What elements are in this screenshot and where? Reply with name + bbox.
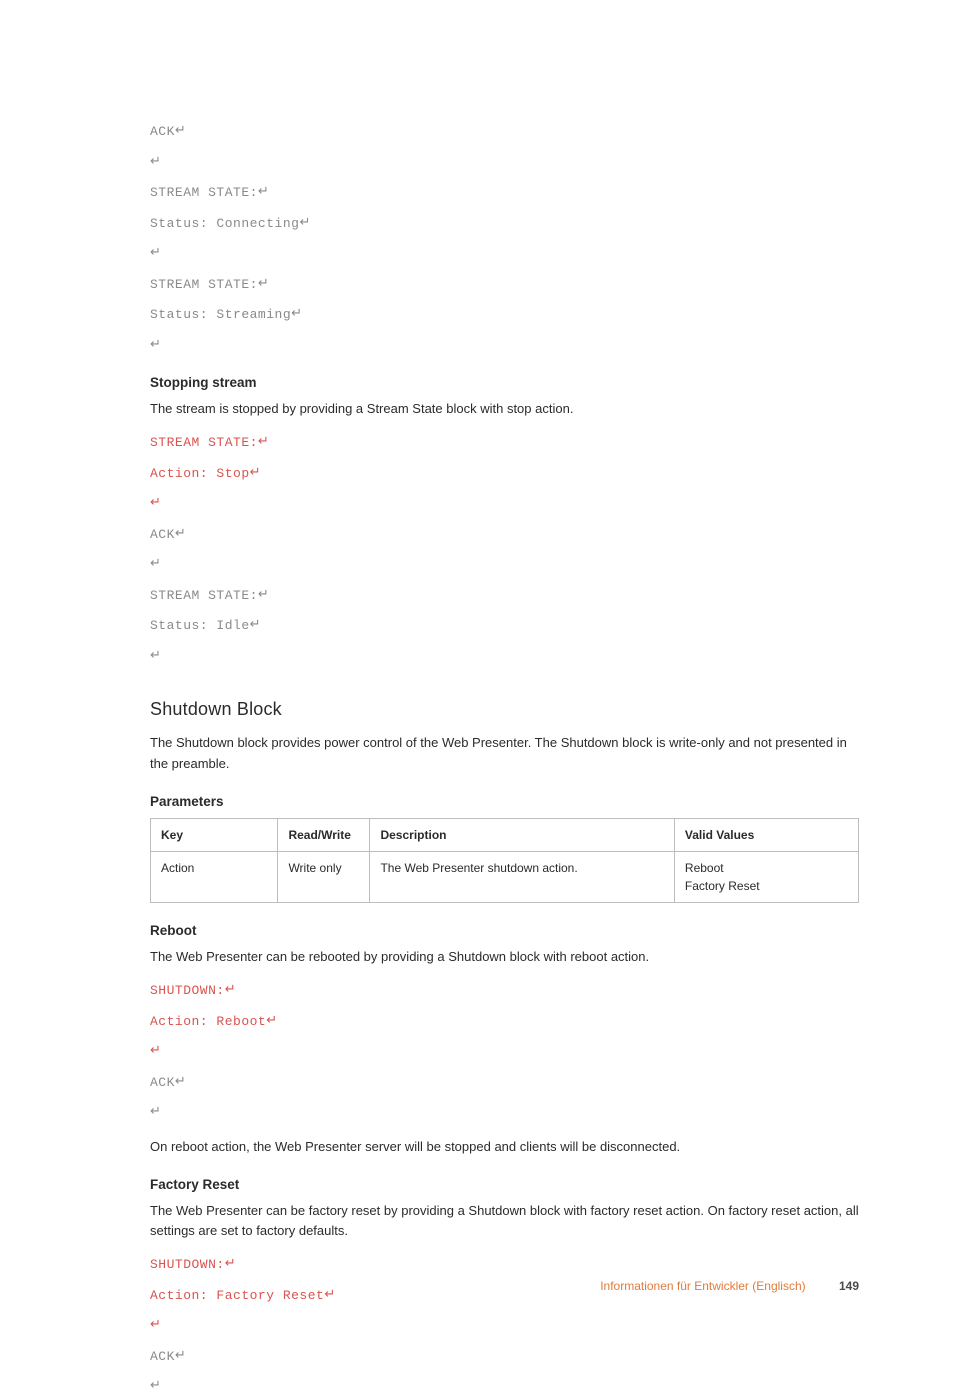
td-key: Action <box>151 851 278 902</box>
table-row: Action Write only The Web Presenter shut… <box>151 851 859 902</box>
code-line: STREAM STATE:↵ <box>150 273 859 295</box>
code-line: ↵ <box>150 553 859 575</box>
code-line: ACK↵ <box>150 1071 859 1093</box>
code-line: Status: Streaming↵ <box>150 303 859 325</box>
heading-parameters: Parameters <box>150 792 859 812</box>
code-line: ↵ <box>150 1314 859 1336</box>
text-shutdown-block: The Shutdown block provides power contro… <box>150 733 859 773</box>
code-line: ↵ <box>150 492 859 514</box>
code-line: STREAM STATE:↵ <box>150 181 859 203</box>
page-footer: Informationen für Entwickler (Englisch) … <box>600 1277 859 1295</box>
code-line: ↵ <box>150 1101 859 1123</box>
heading-reboot: Reboot <box>150 921 859 941</box>
text-stopping-stream: The stream is stopped by providing a Str… <box>150 399 859 419</box>
code-line: ↵ <box>150 1040 859 1062</box>
th-key: Key <box>151 818 278 851</box>
th-valid: Valid Values <box>674 818 858 851</box>
code-block-ack-stream: ACK↵ ↵ STREAM STATE:↵ Status: Connecting… <box>150 120 859 355</box>
text-reboot-after: On reboot action, the Web Presenter serv… <box>150 1137 859 1157</box>
code-line: ACK↵ <box>150 1345 859 1367</box>
code-line: SHUTDOWN:↵ <box>150 1253 859 1275</box>
code-block-factory-reset: SHUTDOWN:↵ Action: Factory Reset↵ ↵ ACK↵… <box>150 1253 859 1397</box>
code-line: SHUTDOWN:↵ <box>150 979 859 1001</box>
document-page: ACK↵ ↵ STREAM STATE:↵ Status: Connecting… <box>0 0 954 1350</box>
code-line: ACK↵ <box>150 523 859 545</box>
valid-value: Reboot <box>685 859 848 877</box>
heading-factory-reset: Factory Reset <box>150 1175 859 1195</box>
footer-section-title: Informationen für Entwickler (Englisch) <box>600 1279 805 1293</box>
heading-shutdown-block: Shutdown Block <box>150 696 859 723</box>
table-header-row: Key Read/Write Description Valid Values <box>151 818 859 851</box>
code-line: ↵ <box>150 645 859 667</box>
td-rw: Write only <box>278 851 370 902</box>
th-rw: Read/Write <box>278 818 370 851</box>
text-reboot: The Web Presenter can be rebooted by pro… <box>150 947 859 967</box>
footer-page-number: 149 <box>839 1279 859 1293</box>
code-line: STREAM STATE:↵ <box>150 584 859 606</box>
code-line: ↵ <box>150 1375 859 1397</box>
code-line: ↵ <box>150 151 859 173</box>
heading-stopping-stream: Stopping stream <box>150 373 859 393</box>
code-line: Action: Stop↵ <box>150 462 859 484</box>
code-block-reboot: SHUTDOWN:↵ Action: Reboot↵ ↵ ACK↵ ↵ <box>150 979 859 1123</box>
td-valid: Reboot Factory Reset <box>674 851 858 902</box>
code-line: ↵ <box>150 242 859 264</box>
code-line: ACK↵ <box>150 120 859 142</box>
valid-value: Factory Reset <box>685 877 848 895</box>
code-line: STREAM STATE:↵ <box>150 431 859 453</box>
code-line: Action: Reboot↵ <box>150 1010 859 1032</box>
td-desc: The Web Presenter shutdown action. <box>370 851 674 902</box>
text-factory-reset: The Web Presenter can be factory reset b… <box>150 1201 859 1241</box>
code-line: Status: Connecting↵ <box>150 212 859 234</box>
code-line: Status: Idle↵ <box>150 614 859 636</box>
code-block-stop: STREAM STATE:↵ Action: Stop↵ ↵ ACK↵ ↵ ST… <box>150 431 859 666</box>
code-line: ↵ <box>150 334 859 356</box>
th-desc: Description <box>370 818 674 851</box>
parameters-table: Key Read/Write Description Valid Values … <box>150 818 859 903</box>
